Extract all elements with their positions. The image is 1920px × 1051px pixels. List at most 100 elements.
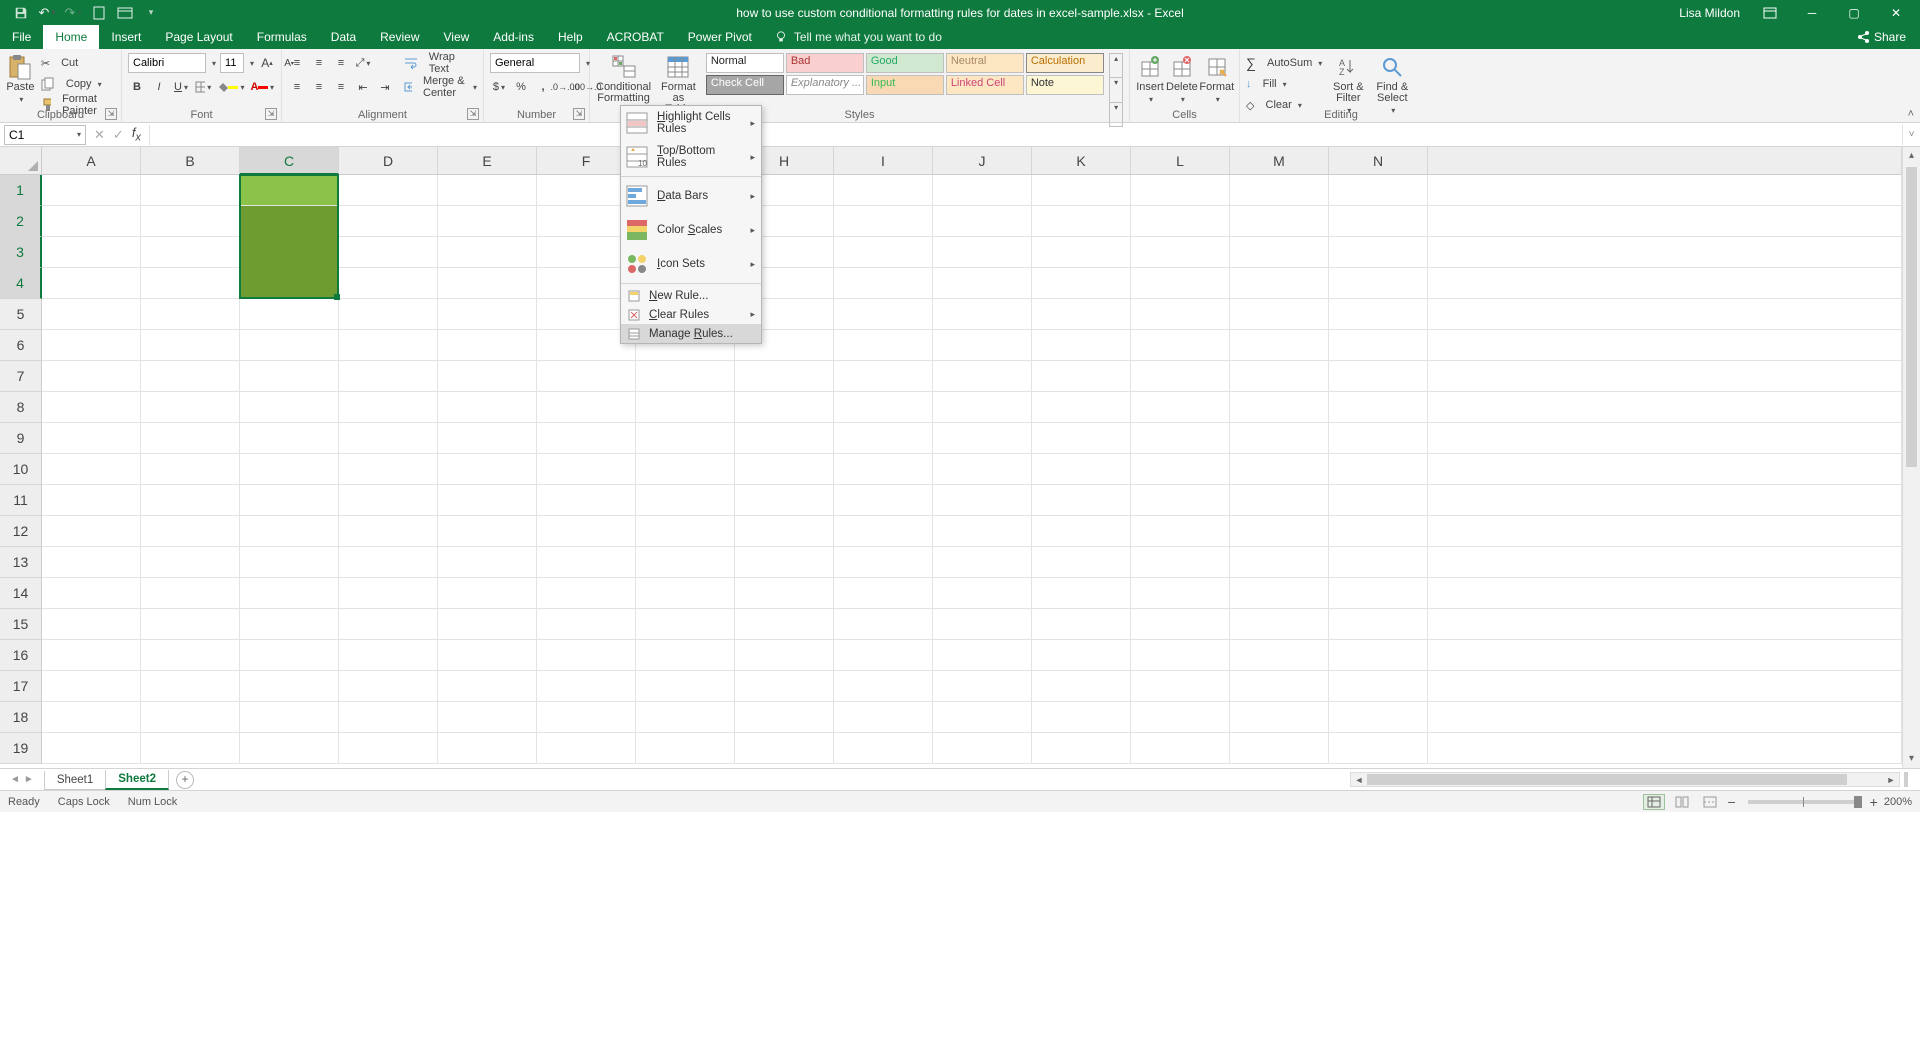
view-normal-icon[interactable] xyxy=(1643,794,1665,810)
collapse-ribbon-icon[interactable]: ˄ xyxy=(1908,108,1914,120)
menu-highlight-cells-rules[interactable]: Highlight Cells Rules ▸ xyxy=(621,106,761,140)
cut-button[interactable]: ✂ Cut xyxy=(41,53,115,73)
borders-button[interactable]: ▾ xyxy=(194,78,212,96)
align-right-icon[interactable]: ≡ xyxy=(332,78,350,96)
italic-button[interactable]: I xyxy=(150,78,168,96)
increase-indent-icon[interactable]: ⇥ xyxy=(376,78,394,96)
style-check-cell[interactable]: Check Cell xyxy=(706,75,784,95)
fill-button[interactable]: ↓ Fill▾ xyxy=(1246,74,1322,94)
increase-font-icon[interactable]: A▴ xyxy=(258,54,276,72)
zoom-in-button[interactable]: + xyxy=(1870,794,1878,810)
tab-addins[interactable]: Add-ins xyxy=(481,25,546,49)
find-select-button[interactable]: Find & Select▾ xyxy=(1374,53,1410,116)
menu-clear-rules[interactable]: Clear Rules ▸ xyxy=(621,305,761,324)
style-bad[interactable]: Bad xyxy=(786,53,864,73)
style-explanatory[interactable]: Explanatory ... xyxy=(786,75,864,95)
hscroll-thumb[interactable] xyxy=(1367,774,1847,785)
select-all-button[interactable] xyxy=(0,147,42,175)
style-calculation[interactable]: Calculation xyxy=(1026,53,1104,73)
row-header-6[interactable]: 6 xyxy=(0,330,42,361)
tab-formulas[interactable]: Formulas xyxy=(245,25,319,49)
row-header-9[interactable]: 9 xyxy=(0,423,42,454)
enter-formula-icon[interactable]: ✓ xyxy=(113,127,124,143)
bold-button[interactable]: B xyxy=(128,78,146,96)
new-sheet-button[interactable]: + xyxy=(176,771,194,789)
style-note[interactable]: Note xyxy=(1026,75,1104,95)
alignment-dialog-launcher[interactable]: ⇲ xyxy=(467,108,479,120)
autosum-button[interactable]: ∑ AutoSum▾ xyxy=(1246,53,1322,73)
copy-button[interactable]: Copy▾ xyxy=(41,74,115,94)
menu-data-bars[interactable]: Data Bars ▸ xyxy=(621,179,761,213)
view-page-layout-icon[interactable] xyxy=(1671,794,1693,810)
row-header-18[interactable]: 18 xyxy=(0,702,42,733)
align-middle-icon[interactable]: ≡ xyxy=(310,54,328,72)
font-size-input[interactable] xyxy=(220,53,244,73)
number-dialog-launcher[interactable]: ⇲ xyxy=(573,108,585,120)
row-header-11[interactable]: 11 xyxy=(0,485,42,516)
insert-function-icon[interactable]: fx xyxy=(132,125,141,144)
row-header-7[interactable]: 7 xyxy=(0,361,42,392)
clipboard-dialog-launcher[interactable]: ⇲ xyxy=(105,108,117,120)
tab-powerpivot[interactable]: Power Pivot xyxy=(676,25,764,49)
merge-center-button[interactable]: Merge & Center▾ xyxy=(404,77,477,97)
row-header-5[interactable]: 5 xyxy=(0,299,42,330)
row-header-13[interactable]: 13 xyxy=(0,547,42,578)
gallery-up-icon[interactable]: ▴ xyxy=(1110,54,1122,78)
close-icon[interactable]: ✕ xyxy=(1878,0,1914,25)
column-headers[interactable]: ABCDEFGHIJKLMN xyxy=(42,147,1902,175)
cells-area[interactable] xyxy=(42,175,1902,768)
style-input[interactable]: Input xyxy=(866,75,944,95)
scroll-down-icon[interactable]: ▾ xyxy=(1903,750,1920,768)
share-button[interactable]: Share xyxy=(1842,25,1920,49)
number-format-select[interactable] xyxy=(490,53,580,73)
column-header-J[interactable]: J xyxy=(933,147,1032,175)
expand-formula-bar-icon[interactable]: ˅ xyxy=(1902,125,1920,145)
decrease-indent-icon[interactable]: ⇤ xyxy=(354,78,372,96)
tab-review[interactable]: Review xyxy=(368,25,431,49)
sheet-tab-sheet2[interactable]: Sheet2 xyxy=(105,770,169,790)
tab-file[interactable]: File xyxy=(0,25,43,49)
column-header-B[interactable]: B xyxy=(141,147,240,175)
hscroll-right-icon[interactable]: ► xyxy=(1883,775,1899,785)
column-header-L[interactable]: L xyxy=(1131,147,1230,175)
percent-format-icon[interactable]: % xyxy=(512,78,530,96)
undo-icon[interactable]: ↶▾ xyxy=(36,2,58,24)
minimize-icon[interactable]: ─ xyxy=(1794,0,1830,25)
hscroll-left-icon[interactable]: ◄ xyxy=(1351,775,1367,785)
column-header-N[interactable]: N xyxy=(1329,147,1428,175)
qat-customize-icon[interactable]: ▾ xyxy=(140,2,162,24)
row-header-15[interactable]: 15 xyxy=(0,609,42,640)
comma-format-icon[interactable]: , xyxy=(534,78,552,96)
tab-page-layout[interactable]: Page Layout xyxy=(153,25,244,49)
row-header-4[interactable]: 4 xyxy=(0,268,42,299)
style-good[interactable]: Good xyxy=(866,53,944,73)
sheet-prev-icon[interactable]: ◄ xyxy=(10,774,20,785)
name-box-dropdown-icon[interactable]: ▾ xyxy=(77,130,81,139)
row-header-3[interactable]: 3 xyxy=(0,237,42,268)
name-box[interactable]: C1 ▾ xyxy=(4,125,86,145)
cancel-formula-icon[interactable]: ✕ xyxy=(94,127,105,143)
zoom-slider-thumb[interactable] xyxy=(1854,796,1862,808)
menu-manage-rules[interactable]: Manage Rules... xyxy=(621,324,761,343)
tab-data[interactable]: Data xyxy=(319,25,368,49)
row-header-10[interactable]: 10 xyxy=(0,454,42,485)
menu-new-rule[interactable]: New Rule... xyxy=(621,286,761,305)
accounting-format-icon[interactable]: $▾ xyxy=(490,78,508,96)
redo-icon[interactable]: ↷▾ xyxy=(62,2,84,24)
ribbon-display-icon[interactable] xyxy=(1752,0,1788,25)
view-page-break-icon[interactable] xyxy=(1699,794,1721,810)
row-header-12[interactable]: 12 xyxy=(0,516,42,547)
horizontal-scrollbar[interactable]: ◄ ► xyxy=(1350,772,1900,787)
formula-input[interactable] xyxy=(149,125,1902,145)
column-header-D[interactable]: D xyxy=(339,147,438,175)
wrap-text-button[interactable]: Wrap Text xyxy=(404,53,477,73)
menu-top-bottom-rules[interactable]: 10 Top/Bottom Rules ▸ xyxy=(621,140,761,174)
column-header-C[interactable]: C xyxy=(240,147,339,175)
font-name-input[interactable] xyxy=(128,53,206,73)
paste-button[interactable]: Paste▾ xyxy=(6,53,35,115)
row-header-14[interactable]: 14 xyxy=(0,578,42,609)
orientation-icon[interactable]: ⤢▾ xyxy=(354,54,372,72)
vertical-scrollbar[interactable]: ▴ ▾ xyxy=(1902,147,1920,768)
align-bottom-icon[interactable]: ≡ xyxy=(332,54,350,72)
tab-home[interactable]: Home xyxy=(43,25,99,49)
